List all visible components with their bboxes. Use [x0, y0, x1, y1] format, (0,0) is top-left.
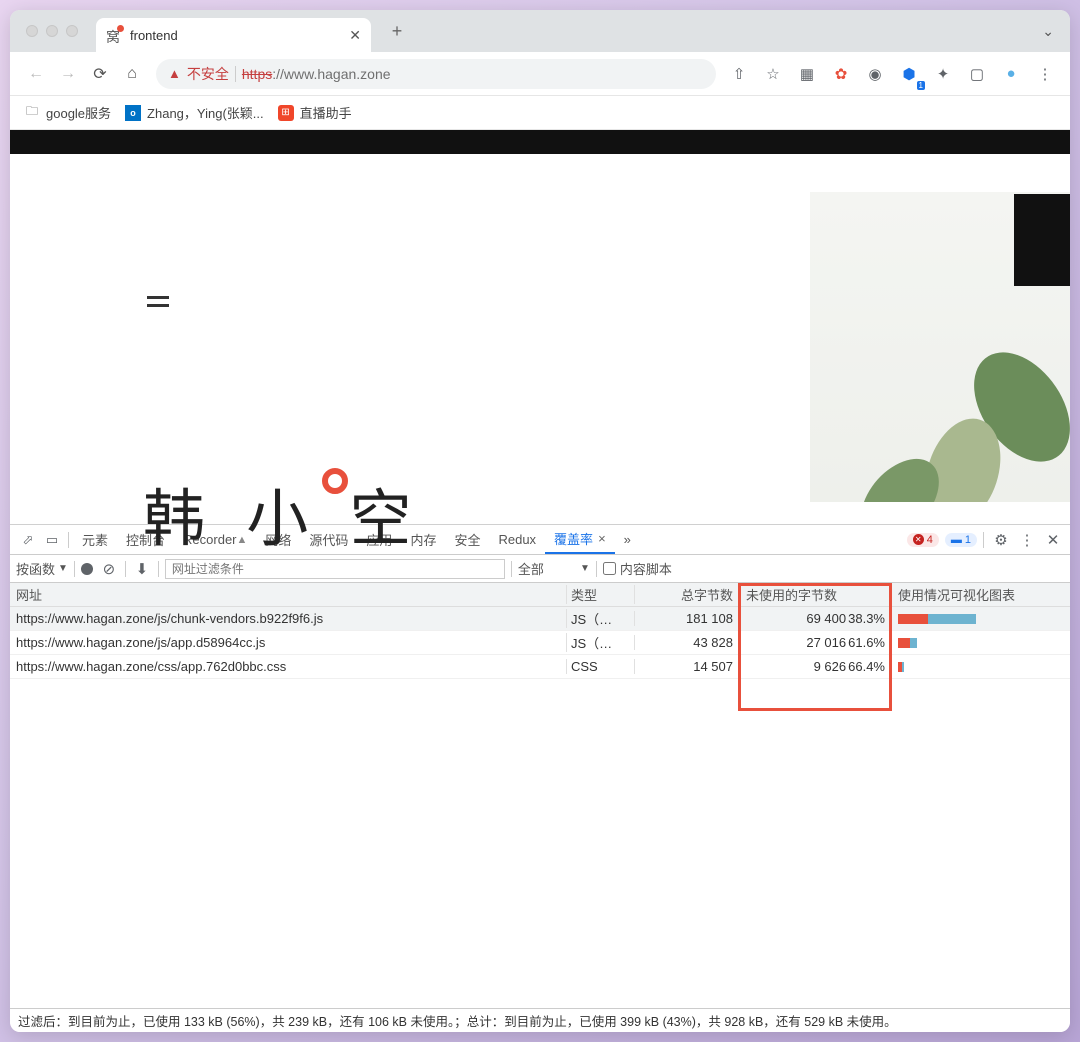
cell-unused: 27 01661.6%: [739, 635, 891, 650]
cell-unused: 69 40038.3%: [739, 611, 891, 626]
tab-title: frontend: [130, 28, 349, 43]
record-button[interactable]: [81, 563, 93, 575]
col-unused[interactable]: 未使用的字节数: [739, 585, 891, 604]
cell-url: https://www.hagan.zone/js/chunk-vendors.…: [10, 611, 566, 626]
share-icon[interactable]: ⇧: [724, 59, 754, 89]
clear-icon[interactable]: ⊘: [99, 554, 119, 584]
cell-vis: [891, 638, 1070, 648]
table-row[interactable]: https://www.hagan.zone/js/app.d58964cc.j…: [10, 631, 1070, 655]
table-row[interactable]: https://www.hagan.zone/js/chunk-vendors.…: [10, 607, 1070, 631]
page-viewport: 韩 小 空: [10, 130, 1070, 524]
col-vis[interactable]: 使用情况可视化图表: [891, 585, 1070, 604]
cell-total: 181 108: [634, 611, 739, 626]
coverage-mode-dropdown[interactable]: 按函数▼: [16, 559, 68, 578]
cell-url: https://www.hagan.zone/js/app.d58964cc.j…: [10, 635, 566, 650]
cell-url: https://www.hagan.zone/css/app.762d0bbc.…: [10, 659, 566, 674]
coverage-table: 网址 类型 总字节数 未使用的字节数 使用情况可视化图表 https://www…: [10, 583, 1070, 1008]
cell-vis: [891, 614, 1070, 624]
favicon-icon: 窝: [106, 27, 122, 43]
devtools-panel: ⬀ ▭ 元素 控制台 Recorder ▲ 网络 源代码 应用 内存 安全 Re…: [10, 524, 1070, 1032]
bookmark-folder[interactable]: 🗀google服务: [24, 103, 111, 122]
coverage-toolbar: 按函数▼ ⊘ ⬇ 全部▼ 内容脚本: [10, 555, 1070, 583]
new-tab-button[interactable]: +: [383, 17, 411, 45]
device-icon[interactable]: ▭: [40, 525, 64, 555]
col-type[interactable]: 类型: [566, 585, 634, 604]
content-scripts-checkbox[interactable]: 内容脚本: [603, 559, 672, 578]
tabs-overflow-icon[interactable]: »: [615, 525, 640, 554]
extensions-icon[interactable]: ✦: [928, 59, 958, 89]
coverage-footer: 过滤后：到目前为止，已使用 133 kB (56%)，共 239 kB，还有 1…: [10, 1008, 1070, 1032]
tab-bar: 窝 frontend ✕ + ⌄: [10, 10, 1070, 52]
scope-dropdown[interactable]: 全部▼: [518, 559, 590, 578]
insecure-label: 不安全: [187, 64, 229, 84]
table-header: 网址 类型 总字节数 未使用的字节数 使用情况可视化图表: [10, 583, 1070, 607]
dark-panel: [1014, 194, 1070, 286]
page-headline: 韩 小 空: [143, 468, 423, 558]
close-tab-icon[interactable]: ×: [598, 531, 606, 546]
stream-icon: ⊞: [278, 105, 294, 121]
panel-icon[interactable]: ▢: [962, 59, 992, 89]
profile-icon[interactable]: ●: [996, 59, 1026, 89]
close-icon[interactable]: ✕: [349, 27, 361, 44]
chrome-icon[interactable]: ◉: [860, 59, 890, 89]
cell-total: 43 828: [634, 635, 739, 650]
red-circle-icon: [322, 468, 348, 494]
extension-icon-2[interactable]: ⬢1: [894, 59, 924, 89]
tab-redux[interactable]: Redux: [489, 525, 545, 554]
traffic-minimize[interactable]: [46, 25, 58, 37]
table-row[interactable]: https://www.hagan.zone/css/app.762d0bbc.…: [10, 655, 1070, 679]
forward-button[interactable]: →: [52, 58, 84, 90]
col-total[interactable]: 总字节数: [634, 585, 739, 604]
tab-coverage[interactable]: 覆盖率×: [545, 525, 615, 554]
browser-tab[interactable]: 窝 frontend ✕: [96, 18, 371, 52]
tabs-menu-icon[interactable]: ⌄: [1042, 23, 1054, 40]
traffic-close[interactable]: [26, 25, 38, 37]
col-url[interactable]: 网址: [10, 585, 566, 604]
reload-button[interactable]: ⟳: [84, 58, 116, 90]
tab-security[interactable]: 安全: [445, 525, 489, 554]
info-badge[interactable]: ▬1: [945, 533, 977, 547]
bookmark-outlook[interactable]: oZhang，Ying(张颖...: [125, 103, 264, 122]
back-button[interactable]: ←: [20, 58, 52, 90]
qr-icon[interactable]: ▦: [792, 59, 822, 89]
cell-type: JS（…: [566, 633, 634, 652]
bookmark-icon[interactable]: ☆: [758, 59, 788, 89]
hamburger-icon[interactable]: [147, 296, 169, 307]
close-devtools-icon[interactable]: ✕: [1042, 525, 1064, 555]
inspect-icon[interactable]: ⬀: [16, 525, 40, 555]
folder-icon: 🗀: [24, 105, 40, 121]
menu-icon[interactable]: ⋮: [1030, 59, 1060, 89]
traffic-lights: [26, 25, 78, 37]
export-icon[interactable]: ⬇: [132, 554, 152, 584]
settings-icon[interactable]: ⚙: [990, 525, 1012, 555]
cell-type: CSS: [566, 659, 634, 674]
url-text: https://www.hagan.zone: [242, 66, 391, 82]
address-field[interactable]: ▲ 不安全 https://www.hagan.zone: [156, 59, 716, 89]
url-filter-input[interactable]: [165, 559, 505, 579]
more-icon[interactable]: ⋮: [1018, 525, 1036, 555]
outlook-icon: o: [125, 105, 141, 121]
extension-icon-1[interactable]: ✿: [826, 59, 856, 89]
cell-vis: [891, 662, 1070, 672]
error-badge[interactable]: ✕4: [907, 533, 939, 547]
tab-elements[interactable]: 元素: [73, 525, 117, 554]
cell-unused: 9 62666.4%: [739, 659, 891, 674]
bookmarks-bar: 🗀google服务 oZhang，Ying(张颖... ⊞直播助手: [10, 96, 1070, 130]
cell-total: 14 507: [634, 659, 739, 674]
address-bar: ← → ⟳ ⌂ ▲ 不安全 https://www.hagan.zone ⇧ ☆…: [10, 52, 1070, 96]
bookmark-stream[interactable]: ⊞直播助手: [278, 103, 352, 122]
warning-icon: ▲: [168, 66, 181, 81]
cell-type: JS（…: [566, 609, 634, 628]
traffic-zoom[interactable]: [66, 25, 78, 37]
home-button[interactable]: ⌂: [116, 58, 148, 90]
